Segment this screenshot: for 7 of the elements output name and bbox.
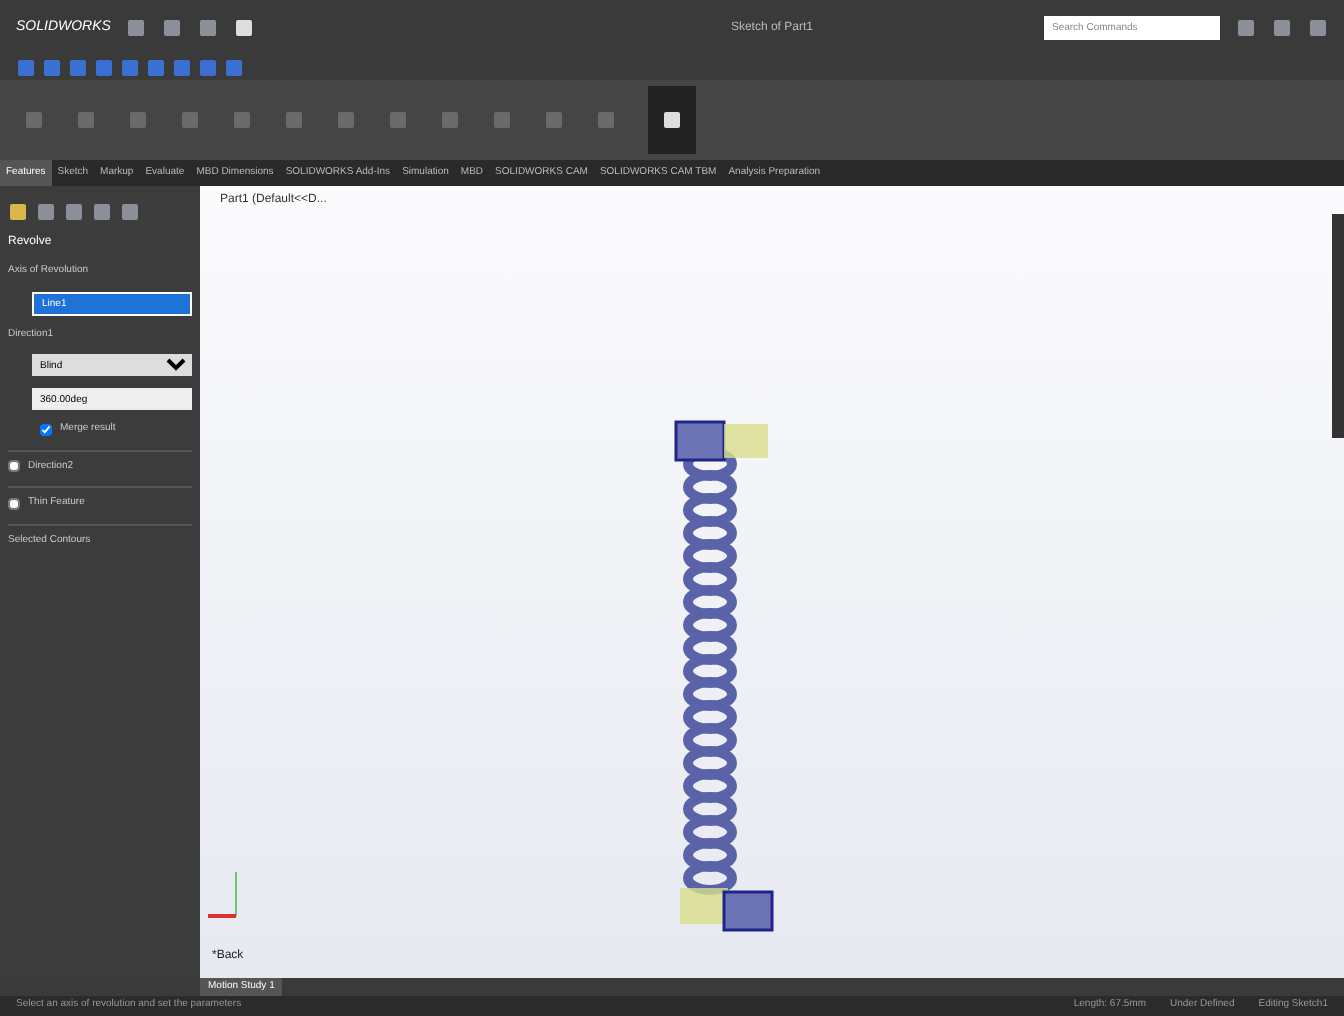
merge-checkbox[interactable] <box>40 423 52 436</box>
exit-sketch-button[interactable] <box>648 86 696 154</box>
section-checkbox[interactable] <box>8 497 20 510</box>
section-checkbox[interactable] <box>8 460 20 473</box>
axis-triad-icon <box>208 871 237 918</box>
tool-icon[interactable] <box>234 18 255 38</box>
tool-icon[interactable] <box>662 110 682 130</box>
